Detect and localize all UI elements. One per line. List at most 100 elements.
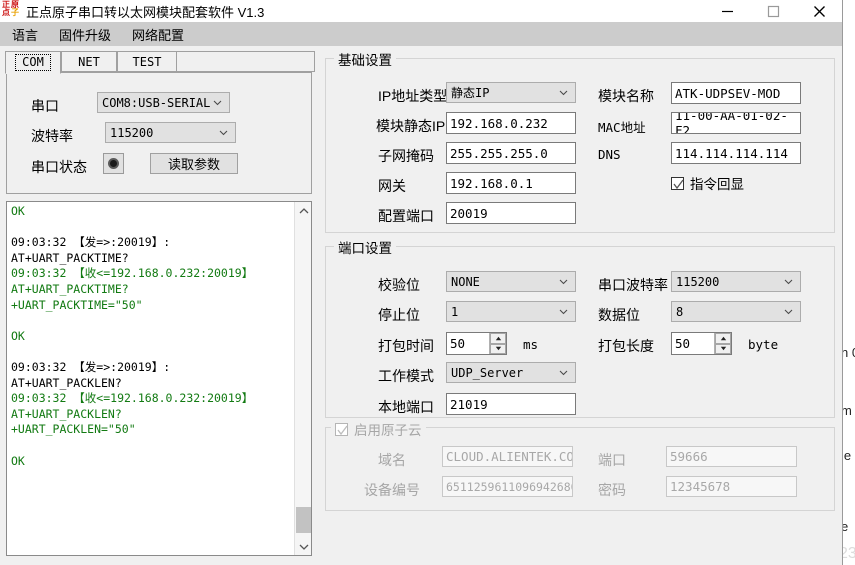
subnet-value: 255.255.255.0 — [450, 145, 548, 161]
log-panel: OK 09:03:32 【发=>:20019】: AT+UART_PACKTIME… — [6, 201, 312, 556]
work-mode-select[interactable]: UDP_Server — [446, 362, 576, 383]
pack-length-label: 打包长度 — [598, 338, 654, 354]
data-bits-value: 8 — [676, 304, 684, 319]
maximize-icon[interactable] — [750, 0, 796, 22]
enable-cloud-checkbox[interactable]: 启用原子云 — [331, 419, 426, 439]
enable-cloud-label: 启用原子云 — [354, 423, 422, 438]
stepper-up-icon[interactable] — [490, 333, 506, 344]
static-ip-input[interactable]: 192.168.0.232 — [446, 112, 576, 134]
cloud-port-input[interactable]: 59666 — [666, 446, 797, 467]
dns-input[interactable]: 114.114.114.114 — [671, 142, 801, 164]
chevron-down-icon — [559, 88, 568, 97]
menu-item-language[interactable]: 语言 — [3, 23, 47, 46]
stepper-down-icon[interactable] — [715, 343, 731, 354]
screen-root: n 0 m le e 234 正 点 原 子 正点原子串口转以太网模块配套软件 … — [0, 0, 855, 565]
background-watermark: 234 — [843, 545, 855, 562]
stepper-down-icon[interactable] — [490, 343, 506, 354]
tab-strip-filler — [177, 51, 315, 72]
read-params-label: 读取参数 — [167, 157, 220, 172]
log-text: OK 09:03:32 【发=>:20019】: AT+UART_PACKTIME… — [7, 202, 294, 555]
serial-status-label: 串口状态 — [31, 159, 87, 175]
module-name-input[interactable]: ATK-UDPSEV-MOD — [671, 82, 801, 104]
menu-item-network-config[interactable]: 网络配置 — [123, 23, 193, 46]
static-ip-value: 192.168.0.232 — [450, 115, 548, 131]
dns-label: DNS — [598, 147, 621, 162]
minimize-icon[interactable] — [704, 0, 750, 22]
ip-type-select[interactable]: 静态IP — [446, 82, 576, 103]
basic-settings-title: 基础设置 — [334, 49, 396, 69]
scrollbar-thumb[interactable] — [296, 507, 311, 533]
cloud-password-input[interactable]: 12345678 — [666, 476, 797, 497]
pack-time-label: 打包时间 — [378, 338, 434, 354]
window-title: 正点原子串口转以太网模块配套软件 V1.3 — [26, 4, 265, 20]
checkbox-box — [671, 176, 684, 190]
local-port-label: 本地端口 — [378, 399, 434, 415]
stepper-buttons[interactable] — [714, 333, 731, 354]
log-line: OK — [11, 453, 25, 468]
baudrate-select[interactable]: 115200 — [105, 122, 236, 143]
read-params-button[interactable]: 读取参数 — [150, 153, 238, 174]
config-port-value: 20019 — [450, 205, 488, 221]
command-echo-checkbox[interactable]: 指令回显 — [671, 173, 744, 193]
command-echo-label: 指令回显 — [690, 177, 744, 192]
chevron-down-icon — [559, 307, 568, 316]
log-line: AT+UART_PACKLEN? — [11, 375, 122, 390]
parity-value: NONE — [451, 274, 480, 289]
log-scrollbar[interactable] — [294, 202, 311, 555]
title-bar: 正 点 原 子 正点原子串口转以太网模块配套软件 V1.3 — [0, 0, 842, 22]
cloud-domain-input[interactable]: CLOUD.ALIENTEK.COM — [442, 446, 573, 467]
log-line: 09:03:32 【发=>:20019】: — [11, 359, 171, 374]
subnet-input[interactable]: 255.255.255.0 — [446, 142, 576, 164]
stopbits-select[interactable]: 1 — [446, 301, 576, 322]
chevron-down-icon — [784, 277, 793, 286]
mac-address-input[interactable]: 11-00-AA-01-02-F2 — [671, 112, 801, 134]
pack-length-unit: byte — [748, 337, 779, 352]
tab-test[interactable]: TEST — [117, 51, 177, 72]
stepper-buttons[interactable] — [489, 333, 506, 354]
log-line: +UART_PACKLEN="50" — [11, 422, 136, 437]
cloud-password-value: 12345678 — [670, 479, 731, 494]
background-fragment: e — [843, 519, 849, 534]
pack-time-stepper[interactable]: 50 — [446, 332, 507, 355]
serial-port-select[interactable]: COM8:USB-SERIAL — [97, 92, 230, 113]
cloud-settings-group: 启用原子云 域名 CLOUD.ALIENTEK.COM 设备编号 6511259… — [325, 419, 835, 511]
ip-type-value: 静态IP — [451, 86, 490, 100]
close-icon[interactable] — [796, 0, 842, 22]
basic-settings-group: 基础设置 IP地址类型 静态IP 模块静态IP 192.168.0.232 子网… — [325, 49, 835, 233]
serial-port-label: 串口 — [31, 98, 59, 114]
tab-net[interactable]: NET — [61, 51, 117, 72]
stepper-up-icon[interactable] — [715, 333, 731, 344]
device-id-label: 设备编号 — [364, 482, 420, 498]
background-fragment: m — [843, 403, 852, 418]
port-settings-group: 端口设置 校验位 NONE 停止位 1 打包时间 50 ms 工作模式 UDP_… — [325, 237, 835, 418]
local-port-value: 21019 — [450, 396, 488, 412]
device-id-value: 65112596110969426801 — [446, 479, 573, 494]
subnet-label: 子网掩码 — [378, 148, 434, 164]
gateway-input[interactable]: 192.168.0.1 — [446, 172, 576, 194]
cloud-domain-label: 域名 — [378, 452, 406, 468]
stopbits-value: 1 — [451, 304, 459, 319]
device-id-input[interactable]: 65112596110969426801 — [442, 476, 573, 497]
background-fragment: n 0 — [843, 345, 855, 360]
log-line: 09:03:32 【发=>:20019】: — [11, 235, 171, 250]
parity-select[interactable]: NONE — [446, 271, 576, 292]
local-port-input[interactable]: 21019 — [446, 393, 576, 415]
led-dot — [108, 158, 119, 169]
application-window: 正 点 原 子 正点原子串口转以太网模块配套软件 V1.3 语言 固件升级 网络… — [0, 0, 843, 565]
log-line: 09:03:32 【收<=192.168.0.232:20019】 — [11, 266, 254, 281]
ip-type-label: IP地址类型 — [378, 88, 448, 104]
port-settings-title: 端口设置 — [334, 237, 396, 257]
config-port-input[interactable]: 20019 — [446, 202, 576, 224]
log-line: AT+UART_PACKLEN? — [11, 406, 122, 421]
scroll-up-icon[interactable] — [295, 202, 312, 219]
scroll-down-icon[interactable] — [295, 538, 312, 555]
pack-length-value: 50 — [675, 336, 691, 351]
pack-length-stepper[interactable]: 50 — [671, 332, 732, 355]
chevron-down-icon — [219, 128, 228, 137]
tab-com[interactable]: COM — [5, 51, 61, 74]
serial-baud-select[interactable]: 115200 — [671, 271, 801, 292]
atk-logo-icon: 正 点 原 子 — [2, 0, 19, 17]
data-bits-select[interactable]: 8 — [671, 301, 801, 322]
tab-strip: COM NET TEST — [5, 51, 315, 74]
menu-item-firmware-upgrade[interactable]: 固件升级 — [50, 23, 120, 46]
